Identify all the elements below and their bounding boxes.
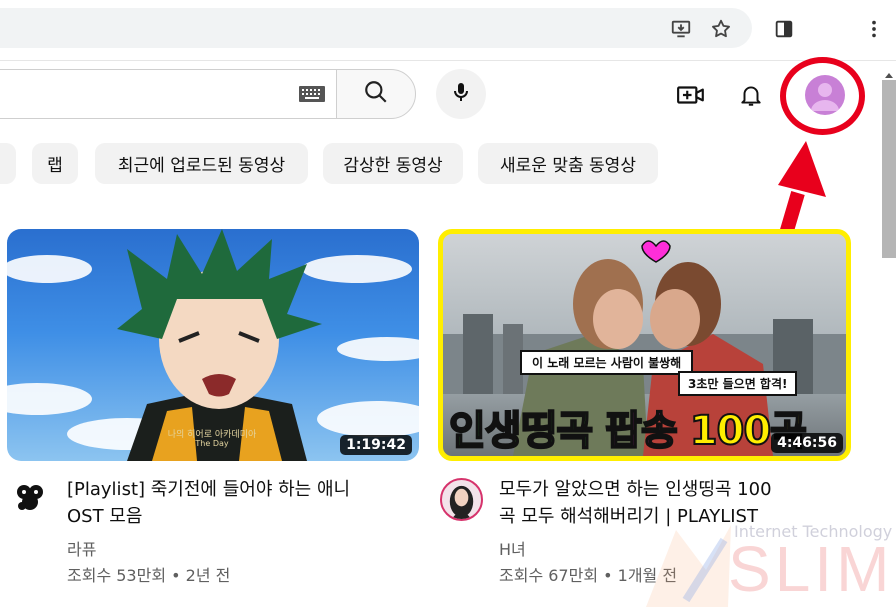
video-thumbnail[interactable]: 이 노래 모르는 사람이 불쌍해 3초만 들으면 합격! 인생띵곡 팝송 100… — [438, 229, 851, 461]
thumbnail-bubble: 이 노래 모르는 사람이 불쌍해 — [520, 350, 694, 375]
search-button[interactable] — [336, 69, 416, 119]
channel-name[interactable]: H녀 — [499, 536, 526, 560]
duration-badge: 1:19:42 — [340, 435, 412, 455]
video-stats: 조회수 53만회 • 2년 전 — [67, 566, 231, 585]
video-title-line[interactable]: 모두가 알았으면 하는 인생띵곡 100 — [499, 476, 772, 503]
chip-rap[interactable]: 랩 — [32, 143, 78, 184]
scrollbar-up-arrow[interactable] — [882, 66, 896, 78]
channel-avatar[interactable] — [440, 478, 483, 521]
chip-recently-uploaded[interactable]: 최근에 업로드된 동영상 — [95, 143, 308, 184]
channel-name[interactable]: 라퓨 — [67, 536, 96, 560]
chip-watched[interactable]: 감상한 동영상 — [323, 143, 463, 184]
chip-new-to-you[interactable]: 새로운 맞춤 동영상 — [478, 143, 658, 184]
create-video-icon[interactable] — [671, 75, 711, 115]
browser-toolbar — [0, 0, 896, 60]
install-app-icon[interactable] — [667, 15, 695, 43]
search-input[interactable] — [0, 69, 338, 119]
voice-search-button[interactable] — [436, 69, 486, 119]
more-vert-icon[interactable] — [860, 15, 888, 43]
thumbnail-caption-bottom: The Day — [195, 439, 229, 448]
scrollbar-thumb[interactable] — [882, 80, 896, 258]
video-title-line[interactable]: OST 모음 — [67, 503, 142, 530]
video-title-line[interactable]: [Playlist] 죽기전에 들어야 하는 애니 — [67, 476, 350, 503]
watermark-line2: SLIM — [728, 533, 894, 605]
mic-icon — [449, 80, 473, 108]
search-icon — [363, 79, 389, 109]
bookmark-star-icon[interactable] — [707, 15, 735, 43]
thumbnail-bubble: 3초만 들으면 합격! — [678, 371, 798, 396]
notifications-bell-icon[interactable] — [731, 75, 771, 115]
toolbar-divider — [0, 60, 896, 61]
chip-partial[interactable] — [0, 143, 16, 184]
side-panel-icon[interactable] — [770, 15, 798, 43]
duration-badge: 4:46:56 — [771, 433, 843, 453]
video-thumbnail[interactable]: 나의 히어로 아카데미아 The Day 1:19:42 — [7, 229, 419, 461]
address-bar[interactable] — [0, 8, 752, 48]
thumbnail-headline: 인생띵곡 팝송 100곡 — [448, 407, 808, 455]
channel-avatar[interactable] — [10, 478, 50, 518]
keyboard-icon[interactable] — [298, 85, 326, 103]
annotation-red-circle — [780, 57, 865, 135]
